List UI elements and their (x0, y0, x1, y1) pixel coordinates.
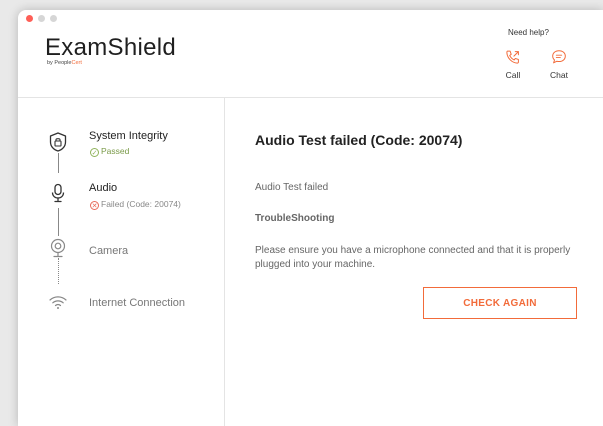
page-title: Audio Test failed (Code: 20074) (255, 132, 463, 148)
step-title: Camera (89, 245, 129, 257)
step-connector (58, 153, 59, 173)
app-logo: ExamShield (45, 34, 177, 61)
app-window: ExamShield by PeopleCert Need help? Call… (18, 10, 603, 426)
step-connector (58, 208, 59, 236)
app-byline: by PeopleCert (47, 60, 82, 66)
step-title: Audio (89, 182, 118, 194)
test-result-text: Audio Test failed (255, 182, 329, 193)
step-status-text: Passed (101, 146, 130, 156)
troubleshooting-heading: TroubleShooting (255, 213, 335, 224)
troubleshooting-message: Please ensure you have a microphone conn… (255, 245, 571, 270)
need-help-label: Need help? (508, 28, 549, 37)
chat-label: Chat (550, 70, 568, 80)
step-status-failed: ✕ Failed (Code: 20074) (90, 199, 181, 210)
check-circle-icon: ✓ (90, 148, 99, 157)
call-label: Call (505, 70, 521, 80)
chat-button[interactable]: Chat (542, 48, 576, 80)
test-steps-sidebar: System Integrity ✓ Passed Audio ✕ Failed (… (18, 98, 225, 426)
step-connector (58, 258, 59, 284)
byline-prefix: by People (47, 60, 72, 66)
phone-icon (506, 50, 519, 64)
step-status-text: Failed (Code: 20074) (101, 199, 181, 209)
main-panel: Audio Test failed (Code: 20074) Audio Te… (225, 98, 603, 426)
step-status-passed: ✓ Passed (90, 146, 129, 157)
shield-lock-icon (49, 132, 67, 152)
header: ExamShield by PeopleCert Need help? Call… (18, 10, 603, 98)
byline-brand: Cert (71, 60, 82, 66)
call-button[interactable]: Call (496, 48, 530, 80)
chat-bubble-icon (552, 50, 566, 64)
step-title: System Integrity (89, 130, 168, 142)
wifi-icon (49, 296, 67, 309)
check-again-button[interactable]: CHECK AGAIN (423, 287, 577, 319)
step-title: Internet Connection (89, 297, 186, 309)
x-circle-icon: ✕ (90, 201, 99, 210)
microphone-icon (51, 183, 65, 203)
webcam-icon (50, 238, 66, 258)
